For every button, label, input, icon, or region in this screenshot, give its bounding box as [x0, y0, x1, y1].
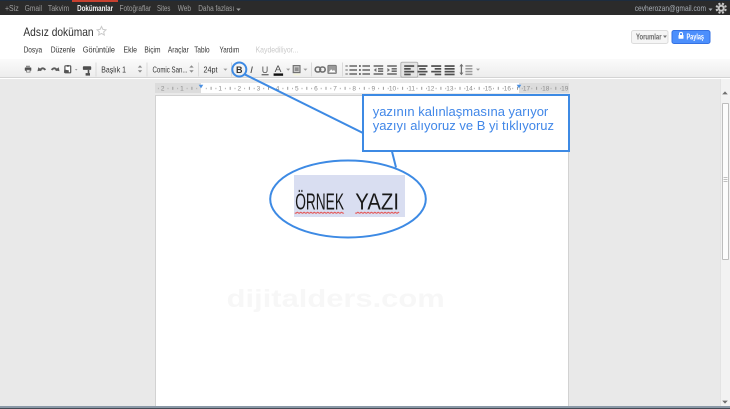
svg-text:Tablo: Tablo: [194, 45, 210, 55]
svg-text:Sites: Sites: [157, 4, 170, 13]
svg-text:15: 15: [485, 85, 493, 92]
svg-text:Kaydediliyor...: Kaydediliyor...: [256, 45, 299, 55]
svg-text:Comic San...: Comic San...: [153, 64, 188, 74]
svg-text:B: B: [236, 64, 243, 75]
svg-text:11: 11: [408, 85, 415, 92]
svg-text:Takvim: Takvim: [48, 4, 70, 13]
svg-text:2: 2: [237, 85, 241, 92]
svg-text:18: 18: [542, 85, 550, 92]
svg-text:Paylaş: Paylaş: [687, 33, 705, 42]
svg-text:Yardım: Yardım: [220, 45, 240, 55]
svg-text:Görüntüle: Görüntüle: [83, 45, 115, 55]
svg-text:8: 8: [352, 85, 356, 92]
svg-text:5: 5: [295, 85, 299, 92]
svg-text:9: 9: [371, 85, 375, 92]
svg-text:Yorumlar: Yorumlar: [636, 33, 662, 42]
svg-text:cevherozan@gmail.com: cevherozan@gmail.com: [635, 3, 706, 13]
svg-text:Düzenle: Düzenle: [51, 45, 76, 55]
svg-text:I: I: [250, 64, 253, 75]
svg-text:Araçlar: Araçlar: [168, 45, 189, 55]
svg-text:3: 3: [257, 85, 261, 92]
svg-text:2: 2: [161, 85, 165, 92]
svg-text:13: 13: [446, 85, 454, 92]
svg-text:12: 12: [427, 85, 435, 92]
svg-text:17: 17: [523, 85, 531, 92]
svg-text:14: 14: [465, 85, 473, 92]
svg-text:Dokümanlar: Dokümanlar: [77, 4, 113, 13]
svg-text:1: 1: [180, 85, 184, 92]
svg-text:4: 4: [276, 85, 280, 92]
svg-text:1: 1: [218, 85, 222, 92]
svg-text:Adsız doküman: Adsız doküman: [23, 25, 93, 39]
svg-text:Ekle: Ekle: [124, 45, 138, 55]
svg-text:10: 10: [389, 85, 397, 92]
svg-text:Gmail: Gmail: [25, 4, 42, 13]
svg-text:24pt: 24pt: [204, 64, 219, 74]
svg-text:19: 19: [561, 85, 569, 92]
svg-text:U: U: [262, 64, 269, 75]
svg-text:Daha fazlası: Daha fazlası: [198, 4, 234, 13]
svg-text:6: 6: [314, 85, 318, 92]
svg-text:Başlık 1: Başlık 1: [101, 64, 126, 74]
svg-text:Dosya: Dosya: [24, 45, 43, 55]
svg-text:Biçim: Biçim: [144, 45, 160, 55]
svg-text:Web: Web: [178, 4, 192, 13]
svg-text:+Siz: +Siz: [5, 4, 19, 13]
svg-text:Fotoğraflar: Fotoğraflar: [120, 4, 152, 13]
svg-text:7: 7: [333, 85, 337, 92]
svg-text:16: 16: [504, 85, 512, 92]
